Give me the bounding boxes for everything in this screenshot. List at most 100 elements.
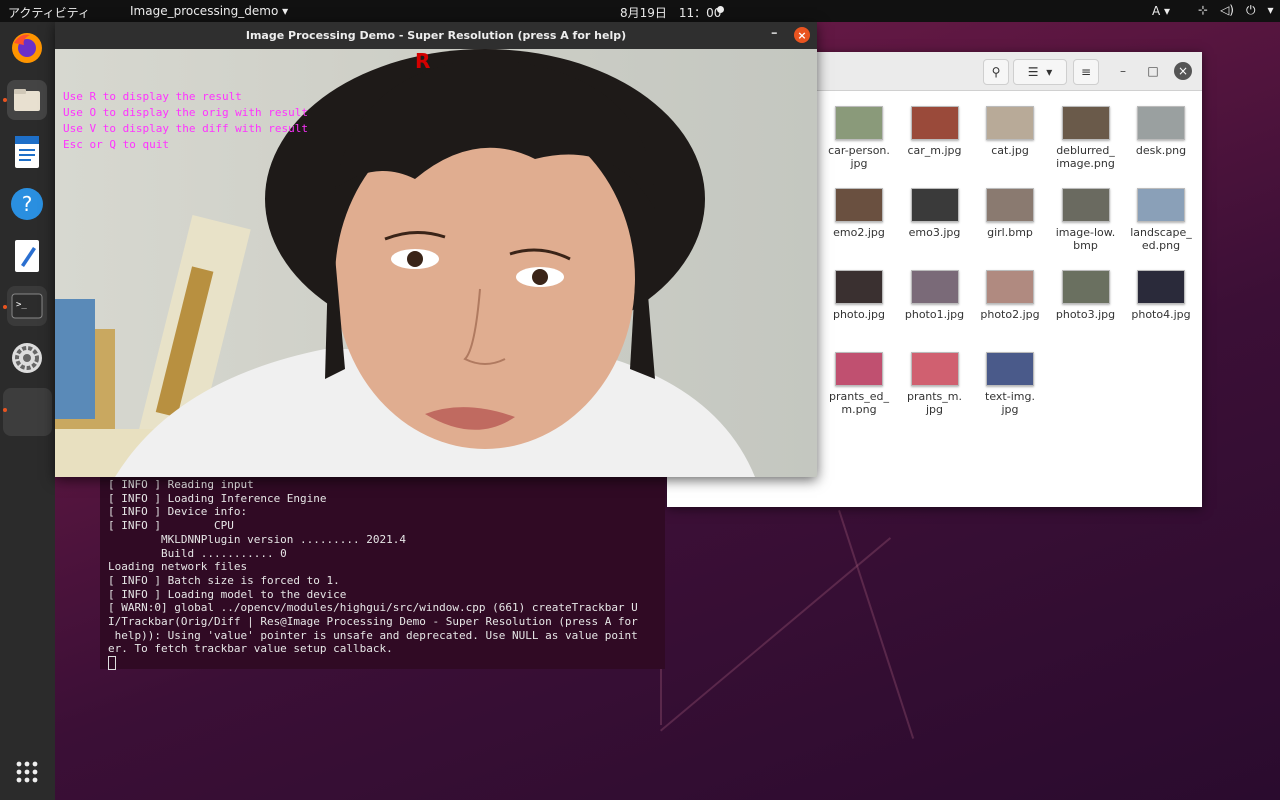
running-indicator <box>3 305 7 309</box>
file-name: deblurred_ image.png <box>1056 144 1115 170</box>
file-thumbnail <box>1061 270 1110 304</box>
file-thumbnail <box>1137 270 1185 304</box>
help-line: Use R to display the result <box>63 90 242 103</box>
terminal-icon: >_ <box>11 293 43 319</box>
firefox-launcher[interactable] <box>7 28 47 68</box>
file-item[interactable]: deblurred_ image.png <box>1051 106 1121 170</box>
settings-launcher[interactable] <box>7 338 47 378</box>
minimize-button[interactable]: – <box>771 26 778 41</box>
help-overlay: Use R to display the result Use O to disp… <box>63 89 308 153</box>
app-menu[interactable]: Image_processing_demo ▾ <box>130 4 288 18</box>
terminal-line: help)): Using 'value' pointer is unsafe … <box>108 628 638 642</box>
file-name: photo2.jpg <box>980 308 1040 321</box>
wallpaper-line <box>838 510 915 739</box>
caret-down-icon: ▾ <box>1267 3 1274 17</box>
file-item[interactable]: photo.jpg <box>824 270 894 321</box>
writer-launcher[interactable] <box>7 132 47 172</box>
file-name: car-person. jpg <box>828 144 890 170</box>
file-item[interactable]: girl.bmp <box>975 188 1045 239</box>
file-item[interactable]: prants_ed_ m.png <box>824 352 894 416</box>
file-thumbnail <box>835 188 883 222</box>
file-item[interactable]: photo3.jpg <box>1051 270 1121 321</box>
opencv-window-launcher[interactable] <box>3 388 52 436</box>
search-button[interactable]: ⚲ <box>983 59 1009 85</box>
notification-dot-icon <box>717 6 724 13</box>
file-item[interactable]: car_m.jpg <box>900 106 970 157</box>
terminal-line: [ INFO ] CPU <box>108 519 234 533</box>
help-launcher[interactable]: ? <box>7 184 47 224</box>
terminal-launcher[interactable]: >_ <box>7 286 47 326</box>
search-icon: ⚲ <box>991 65 1001 79</box>
volume-icon: ◁) <box>1220 3 1234 17</box>
input-method-indicator[interactable]: A ▾ <box>1152 4 1170 18</box>
running-indicator <box>3 408 7 412</box>
hamburger-icon: ≡ <box>1080 65 1092 79</box>
file-thumbnail <box>986 188 1034 222</box>
top-bar: アクティビティ Image_processing_demo ▾ 8月19日 11… <box>0 0 1280 22</box>
caret-down-icon: ▾ <box>1164 4 1171 18</box>
text-editor-icon <box>15 240 39 272</box>
view-options-button[interactable]: ☰ ▾ <box>1013 59 1067 85</box>
file-thumbnail <box>1137 188 1185 222</box>
firefox-icon <box>12 33 42 63</box>
terminal-line: Build ........... 0 <box>108 546 287 560</box>
file-item[interactable]: emo3.jpg <box>900 188 970 239</box>
close-button[interactable]: × <box>794 27 810 43</box>
close-icon: × <box>797 28 807 42</box>
file-item[interactable]: image-low. bmp <box>1051 188 1121 252</box>
terminal-output: [ INFO ] Reading input[ INFO ] Loading I… <box>108 478 638 671</box>
clock[interactable]: 8月19日 11：00 <box>620 4 721 21</box>
file-thumbnail <box>835 270 883 304</box>
file-name: car_m.jpg <box>907 144 962 157</box>
close-button[interactable]: × <box>1174 62 1192 80</box>
terminal-line: [ INFO ] Device info: <box>108 505 248 519</box>
terminal-line: [ INFO ] Loading Inference Engine <box>108 491 327 505</box>
file-thumbnail <box>1061 188 1110 222</box>
file-thumbnail <box>986 106 1034 140</box>
terminal-line: Loading network files <box>108 560 248 574</box>
svg-text:?: ? <box>22 192 33 216</box>
file-item[interactable]: photo1.jpg <box>900 270 970 321</box>
file-name: emo2.jpg <box>833 226 885 239</box>
file-name: prants_ed_ m.png <box>828 390 889 416</box>
file-item[interactable]: cat.jpg <box>975 106 1045 157</box>
close-icon: × <box>1177 64 1189 78</box>
image-canvas[interactable]: R Use R to display the result Use O to di… <box>55 49 817 477</box>
file-item[interactable]: prants_m. jpg <box>900 352 970 416</box>
file-item[interactable]: car-person. jpg <box>824 106 894 170</box>
file-name: emo3.jpg <box>908 226 961 239</box>
terminal-window[interactable]: [ INFO ] Reading input[ INFO ] Loading I… <box>100 476 665 671</box>
file-item[interactable]: emo2.jpg <box>824 188 894 239</box>
terminal-cursor <box>108 656 638 671</box>
system-tray[interactable]: ⊹ ◁) ⏻ ▾ <box>1198 3 1274 18</box>
show-applications-button[interactable] <box>7 752 47 792</box>
activities-button[interactable]: アクティビティ <box>8 4 90 21</box>
image-processing-window: Image Processing Demo - Super Resolution… <box>55 22 817 477</box>
help-line: Esc or Q to quit <box>63 138 169 151</box>
running-indicator <box>3 98 7 102</box>
file-thumbnail <box>1137 106 1185 140</box>
file-item[interactable]: text-img. jpg <box>975 352 1045 416</box>
app-grid-icon <box>16 761 38 783</box>
file-name: text-img. jpg <box>985 390 1035 416</box>
dock: ? >_ <box>0 22 55 800</box>
file-item[interactable]: photo2.jpg <box>975 270 1045 321</box>
window-titlebar[interactable]: Image Processing Demo - Super Resolution… <box>55 22 817 49</box>
menu-button[interactable]: ≡ <box>1073 59 1099 85</box>
file-item[interactable]: landscape_ ed.png <box>1126 188 1196 252</box>
file-name: photo4.jpg <box>1131 308 1191 321</box>
minimize-icon: – <box>1120 64 1126 78</box>
files-launcher[interactable] <box>7 80 47 120</box>
maximize-button[interactable]: □ <box>1144 62 1162 80</box>
text-editor-launcher[interactable] <box>7 236 47 276</box>
list-view-icon: ☰ <box>1027 65 1039 79</box>
file-item[interactable]: desk.png <box>1126 106 1196 157</box>
help-icon: ? <box>11 188 43 220</box>
file-name: landscape_ ed.png <box>1130 226 1192 252</box>
file-name: image-low. bmp <box>1055 226 1116 252</box>
file-name: desk.png <box>1135 144 1187 157</box>
file-name: prants_m. jpg <box>907 390 962 416</box>
power-icon: ⏻ <box>1245 3 1256 17</box>
file-item[interactable]: photo4.jpg <box>1126 270 1196 321</box>
minimize-button[interactable]: – <box>1114 62 1132 80</box>
